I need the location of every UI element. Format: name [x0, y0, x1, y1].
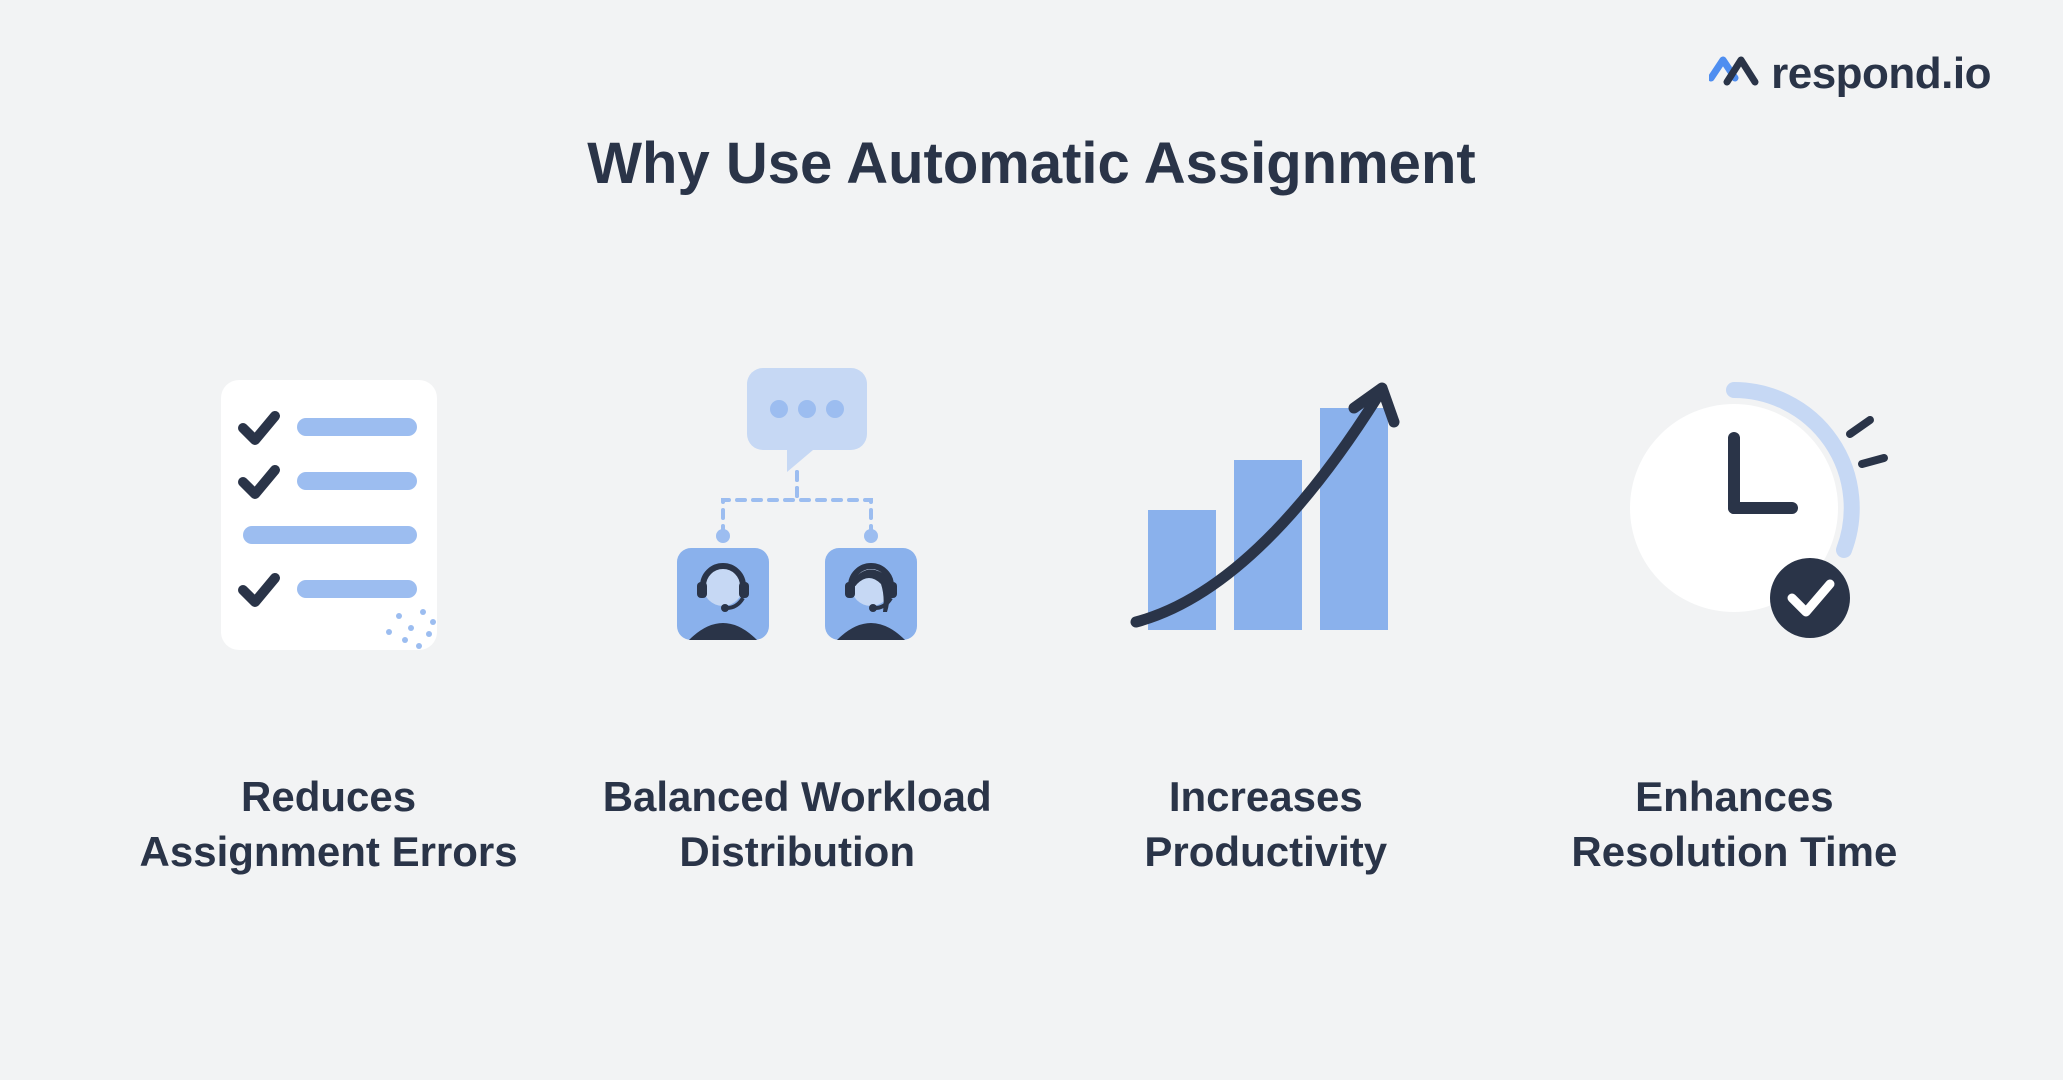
brand-logo: respond.io	[1709, 48, 1991, 99]
growth-chart-icon	[1106, 340, 1426, 680]
feature-caption: Reduces Assignment Errors	[140, 770, 518, 879]
logo-mark-icon	[1709, 48, 1763, 99]
feature-increases-productivity: Increases Productivity	[1046, 340, 1486, 879]
page-title: Why Use Automatic Assignment	[587, 130, 1475, 197]
feature-reduces-errors: Reduces Assignment Errors	[109, 340, 549, 879]
feature-balanced-workload: Balanced Workload Distribution	[577, 340, 1017, 879]
feature-caption: Balanced Workload Distribution	[603, 770, 992, 879]
feature-caption: Increases Productivity	[1144, 770, 1387, 879]
checklist-icon	[189, 340, 469, 680]
feature-enhances-resolution: Enhances Resolution Time	[1514, 340, 1954, 879]
distribution-icon	[637, 340, 957, 680]
brand-name: respond.io	[1771, 49, 1991, 99]
clock-check-icon	[1574, 340, 1894, 680]
features-row: Reduces Assignment Errors	[0, 340, 2063, 879]
feature-caption: Enhances Resolution Time	[1571, 770, 1897, 879]
